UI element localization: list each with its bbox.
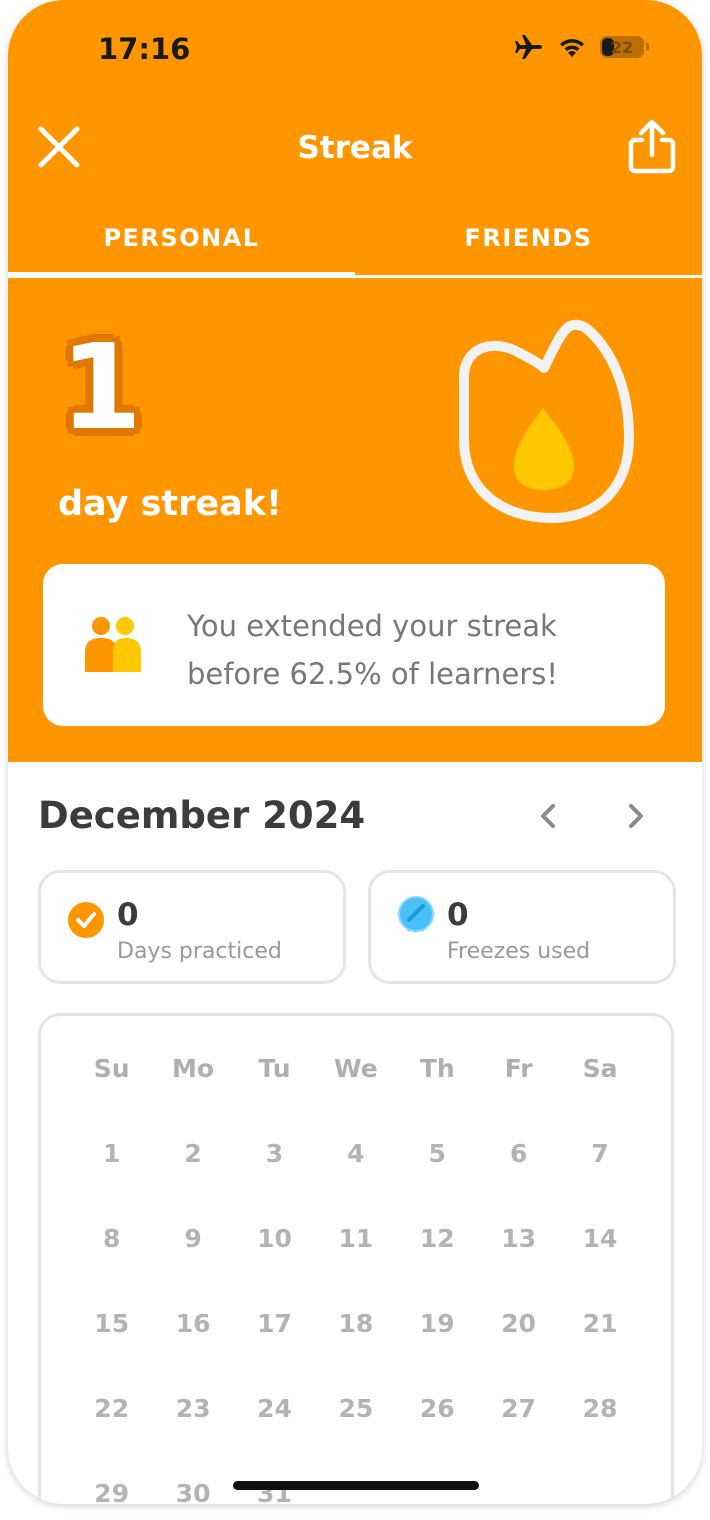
calendar-day[interactable]: 10	[234, 1224, 315, 1309]
page-title: Streak	[297, 130, 413, 166]
calendar-day[interactable]: 17	[234, 1309, 315, 1394]
chevron-left-icon[interactable]	[534, 800, 562, 832]
days-practiced-label: Days practiced	[117, 939, 282, 964]
flame-icon	[459, 319, 634, 523]
weekday-label: We	[334, 1054, 378, 1083]
percentile-text: You extended your streak before 62.5% of…	[187, 609, 559, 691]
calendar-day[interactable]: 11	[315, 1224, 396, 1309]
weekday-header-row: Su Mo Tu We Th Fr Sa	[71, 1054, 641, 1139]
calendar-day[interactable]: 9	[152, 1224, 233, 1309]
weekday-label: Su	[93, 1054, 130, 1083]
calendar-week-row: 1 2 3 4 5 6 7	[71, 1139, 641, 1224]
calendar-day[interactable]: 14	[559, 1224, 640, 1309]
people-icon	[85, 617, 141, 672]
status-icons: 22	[514, 34, 649, 60]
wifi-icon	[560, 39, 584, 57]
calendar-day[interactable]: 6	[478, 1139, 559, 1224]
calendar-day[interactable]: 4	[315, 1139, 396, 1224]
weekday-label: Mo	[172, 1054, 215, 1083]
freezes-used-value: 0	[447, 897, 469, 933]
weekday-label: Tu	[258, 1054, 291, 1083]
calendar-day[interactable]: 18	[315, 1309, 396, 1394]
calendar-day[interactable]: 13	[478, 1224, 559, 1309]
freezes-used-label: Freezes used	[447, 939, 591, 964]
calendar-day[interactable]: 5	[397, 1139, 478, 1224]
freezes-used-card: 0 Freezes used	[368, 870, 676, 984]
chevron-right-icon[interactable]	[622, 800, 650, 832]
check-circle-icon	[68, 902, 104, 938]
calendar-day[interactable]: 23	[152, 1394, 233, 1479]
calendar-day[interactable]	[478, 1479, 559, 1504]
calendar-day[interactable]: 24	[234, 1394, 315, 1479]
phone-screen: 17:16 22 Streak PERSONAL FRIENDS 1 day s…	[8, 0, 702, 1504]
battery-icon: 22	[600, 36, 649, 58]
share-icon[interactable]	[624, 118, 680, 176]
calendar-day[interactable]: 2	[152, 1139, 233, 1224]
home-indicator[interactable]	[233, 1481, 479, 1490]
calendar-day[interactable]: 28	[559, 1394, 640, 1479]
streak-label: day streak!	[58, 484, 283, 524]
calendar-day[interactable]: 8	[71, 1224, 152, 1309]
calendar-day[interactable]: 22	[71, 1394, 152, 1479]
calendar-day[interactable]: 21	[559, 1309, 640, 1394]
calendar-day[interactable]: 29	[71, 1479, 152, 1504]
calendar-day[interactable]: 1	[71, 1139, 152, 1224]
calendar-week-row: 22 23 24 25 26 27 28	[71, 1394, 641, 1479]
calendar-month: December 2024	[38, 794, 366, 837]
weekday-label: Th	[419, 1054, 455, 1083]
calendar-day[interactable]: 19	[397, 1309, 478, 1394]
calendar-day[interactable]: 12	[397, 1224, 478, 1309]
calendar-day[interactable]: 27	[478, 1394, 559, 1479]
tab-friends[interactable]: FRIENDS	[355, 224, 702, 252]
calendar-day[interactable]: 25	[315, 1394, 396, 1479]
tab-personal[interactable]: PERSONAL	[8, 224, 355, 252]
battery-level: 22	[610, 37, 634, 57]
tab-active-indicator	[8, 272, 355, 278]
weekday-label: Sa	[582, 1054, 618, 1083]
calendar-day[interactable]: 7	[559, 1139, 640, 1224]
airplane-icon	[515, 35, 542, 59]
percentile-card: You extended your streak before 62.5% of…	[43, 564, 665, 726]
calendar-day[interactable]: 3	[234, 1139, 315, 1224]
calendar-card: Su Mo Tu We Th Fr Sa 1 2 3 4 5 6 7 8 9 1…	[38, 1013, 674, 1504]
calendar-week-row: 15 16 17 18 19 20 21	[71, 1309, 641, 1394]
days-practiced-card: 0 Days practiced	[38, 870, 346, 984]
calendar-grid: Su Mo Tu We Th Fr Sa 1 2 3 4 5 6 7 8 9 1…	[71, 1054, 641, 1504]
calendar-day[interactable]: 30	[152, 1479, 233, 1504]
streak-count: 1	[60, 318, 143, 456]
streak-freeze-icon	[398, 896, 434, 933]
days-practiced-value: 0	[117, 897, 139, 933]
status-time: 17:16	[98, 32, 191, 66]
calendar-day[interactable]	[559, 1479, 640, 1504]
calendar-day[interactable]: 16	[152, 1309, 233, 1394]
calendar-week-row: 8 9 10 11 12 13 14	[71, 1224, 641, 1309]
calendar-day[interactable]: 20	[478, 1309, 559, 1394]
weekday-label: Fr	[504, 1054, 533, 1083]
calendar-day[interactable]: 15	[71, 1309, 152, 1394]
calendar-day[interactable]: 26	[397, 1394, 478, 1479]
